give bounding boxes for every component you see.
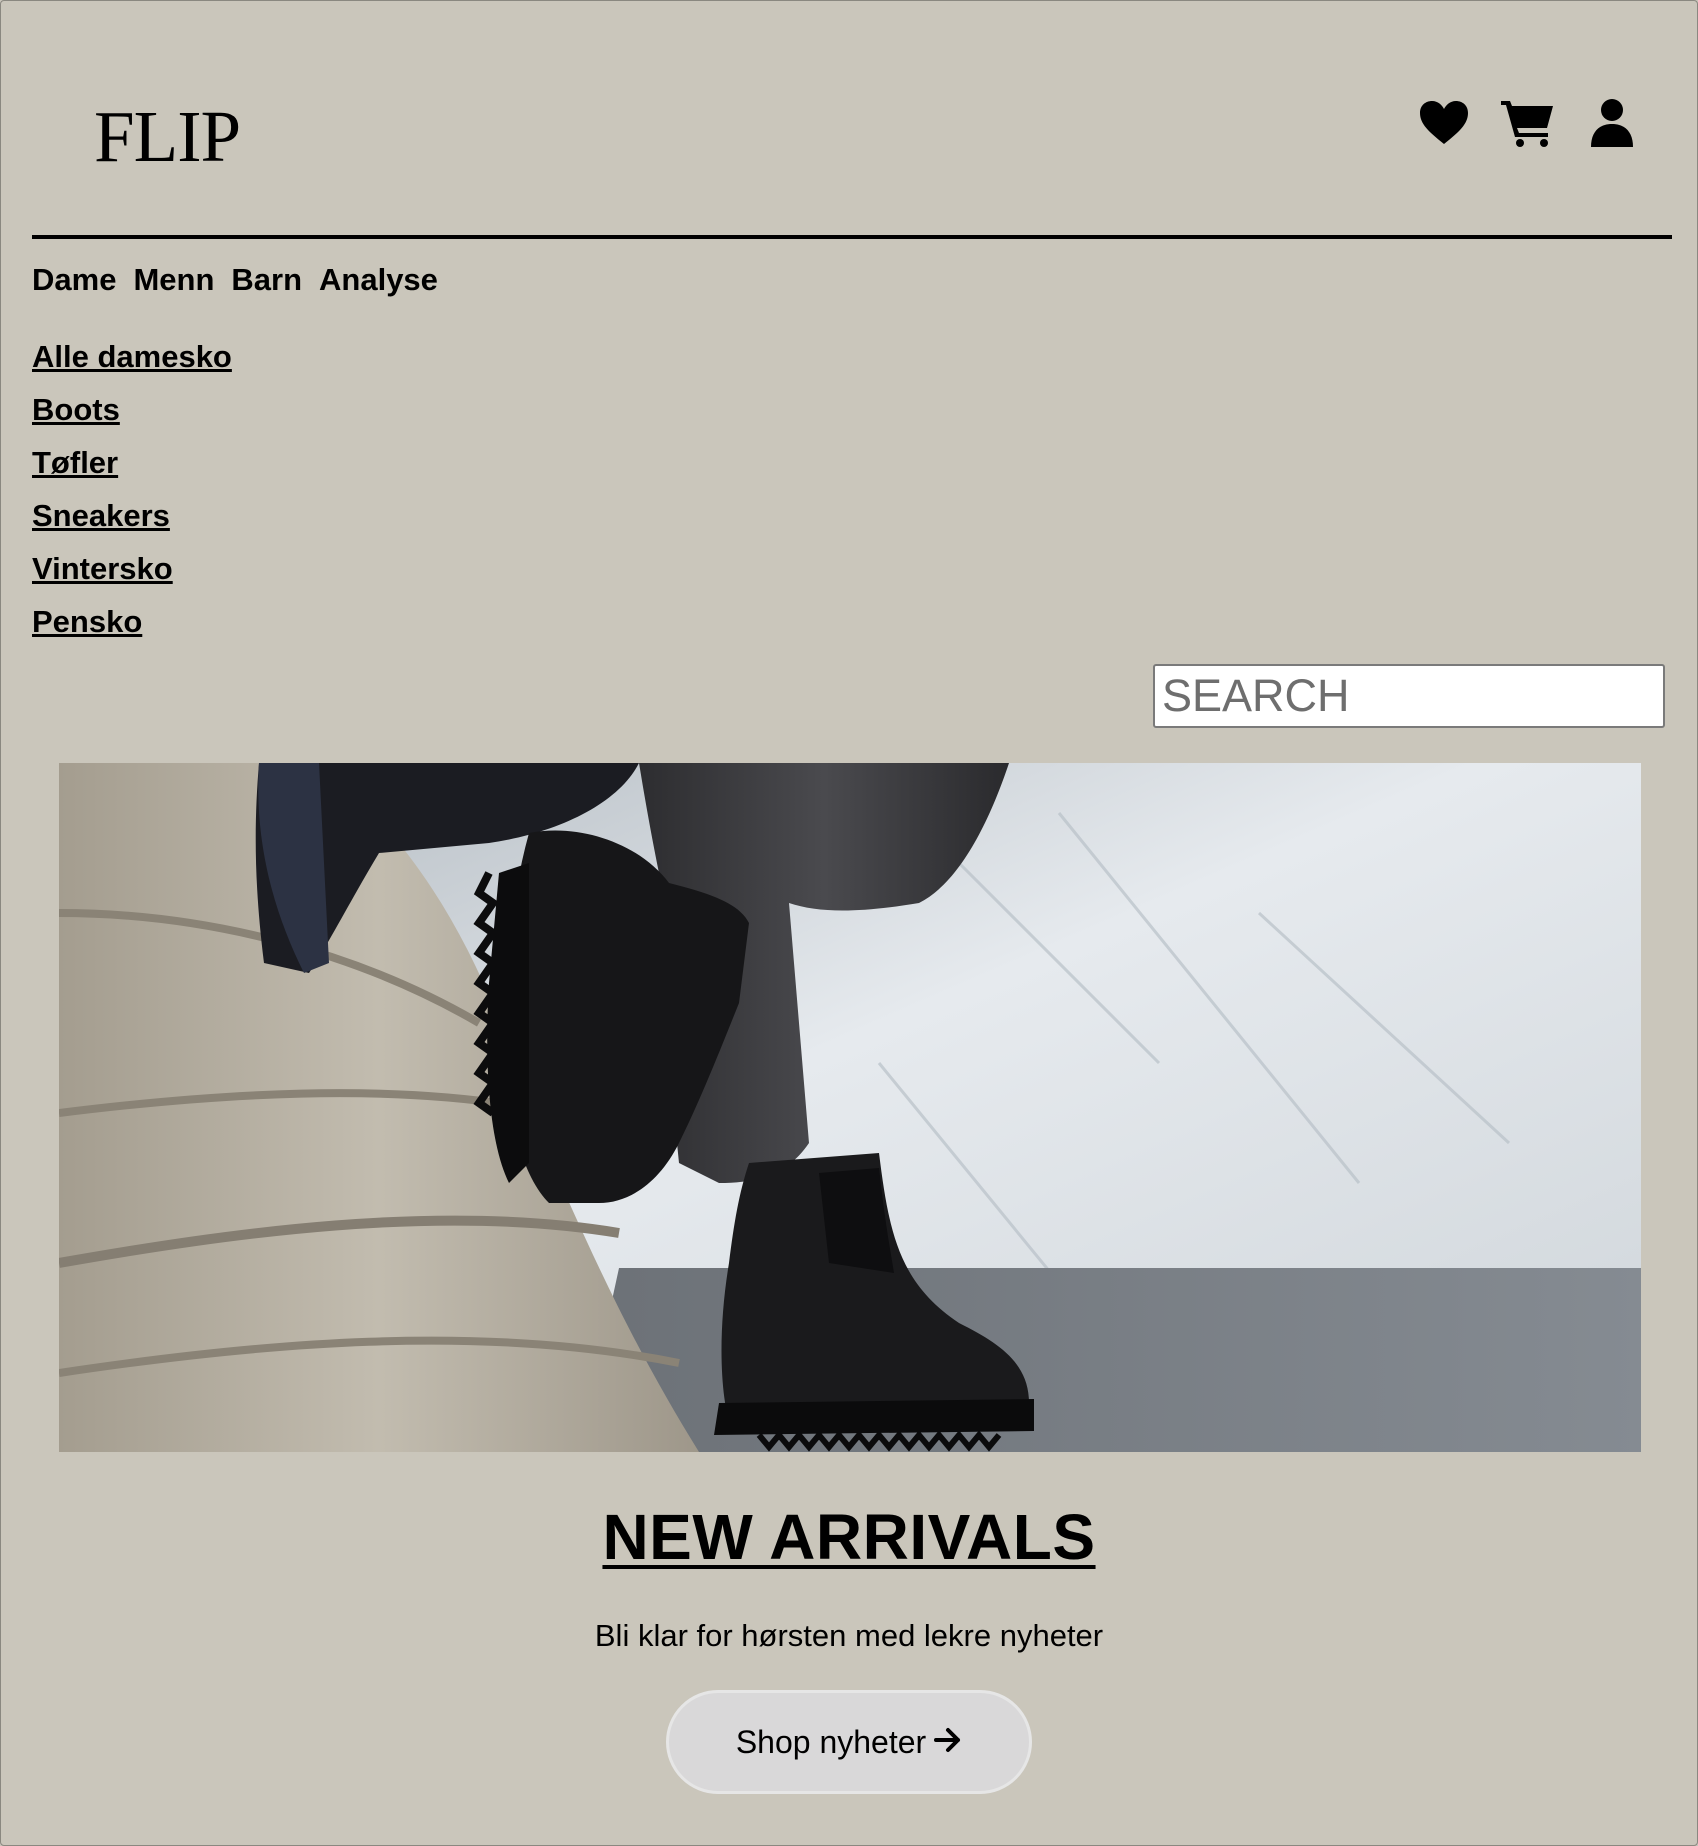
arrow-right-icon [934,1724,962,1761]
subnav-link-alle-damesko[interactable]: Alle damesko [32,330,232,383]
heart-icon[interactable] [1417,96,1471,150]
hero-subline: Bli klar for hørsten med lekre nyheter [594,1618,1104,1653]
shop-nyheter-button[interactable]: Shop nyheter [666,1690,1032,1794]
nav-item-menn[interactable]: Menn [133,262,214,298]
nav-item-barn[interactable]: Barn [231,262,302,298]
subnav-link-tofler[interactable]: Tøfler [32,436,232,489]
nav-item-analyse[interactable]: Analyse [319,262,438,298]
subnav-link-sneakers[interactable]: Sneakers [32,489,232,542]
subnav-link-boots[interactable]: Boots [32,383,232,436]
cta-label: Shop nyheter [735,1723,927,1760]
nav-item-dame[interactable]: Dame [32,262,116,298]
sub-nav: Alle damesko Boots Tøfler Sneakers Vinte… [32,330,232,648]
hero-image [59,763,1641,1452]
hero-headline[interactable]: NEW ARRIVALS [0,1500,1698,1574]
main-nav: Dame Menn Barn Analyse [32,262,438,298]
header-icons [1417,96,1639,150]
search-input[interactable] [1153,664,1665,728]
header-divider [32,235,1672,239]
user-icon[interactable] [1585,96,1639,150]
subnav-link-vintersko[interactable]: Vintersko [32,542,232,595]
cart-icon[interactable] [1501,96,1555,150]
site-logo[interactable]: FLIP [94,92,241,182]
subnav-link-pensko[interactable]: Pensko [32,595,232,648]
